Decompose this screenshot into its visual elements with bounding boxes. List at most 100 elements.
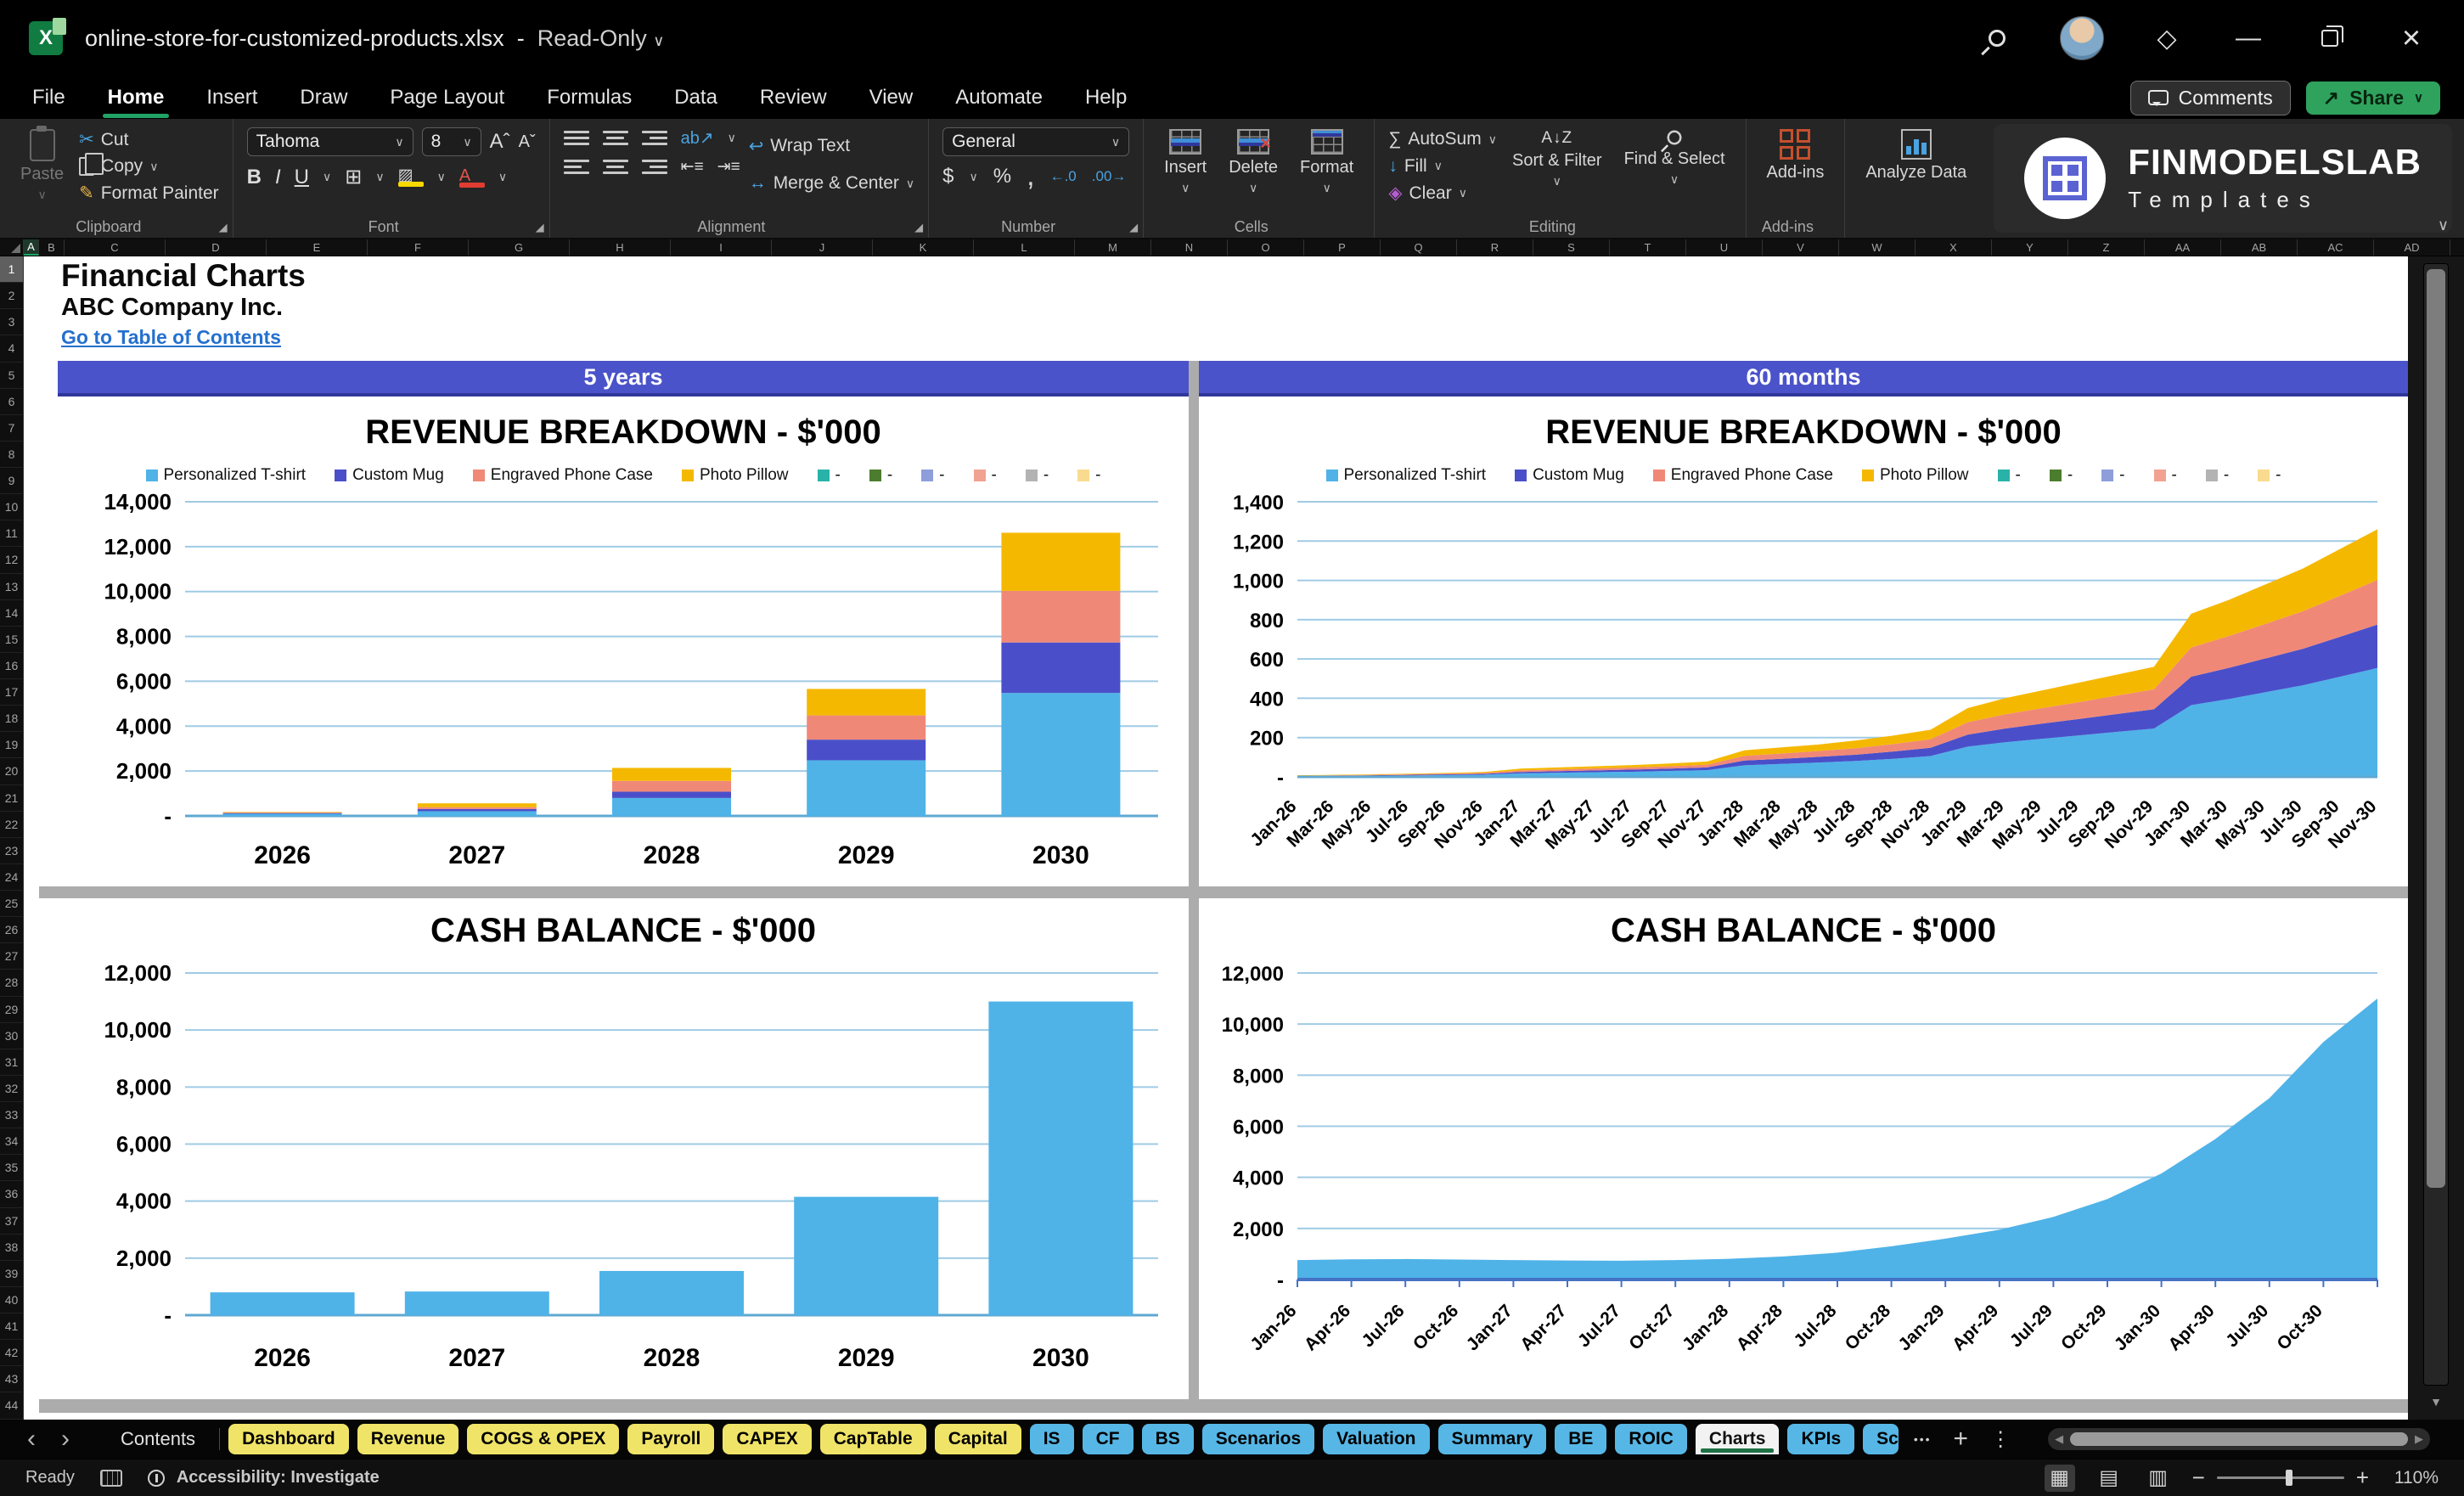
row-header-27[interactable]: 27 — [0, 943, 24, 970]
row-header-5[interactable]: 5 — [0, 362, 24, 389]
fill-color-button[interactable]: ▨ — [397, 167, 424, 187]
zoom-slider[interactable]: − + — [2192, 1465, 2369, 1491]
wrap-text-button[interactable]: ↩ Wrap Text — [749, 134, 914, 159]
chart-cash-60m[interactable]: CASH BALANCE - $'000 - 2,000 4,000 6,000 8,0… — [1199, 898, 2408, 1399]
row-header-37[interactable]: 37 — [0, 1207, 24, 1234]
comma-style-button[interactable]: , — [1027, 162, 1034, 190]
top-align-button[interactable] — [563, 131, 589, 145]
font-dialog-launcher[interactable]: ◢ — [536, 221, 544, 234]
sheet-tab-revenue[interactable]: Revenue — [357, 1424, 459, 1454]
row-header-30[interactable]: 30 — [0, 1022, 24, 1049]
row-header-8[interactable]: 8 — [0, 441, 24, 468]
account-avatar[interactable] — [2060, 16, 2104, 60]
scroll-right-icon[interactable]: ▶ — [2415, 1432, 2423, 1446]
read-only-chevron-icon[interactable]: ∨ — [653, 32, 664, 49]
column-header-T[interactable]: T — [1610, 239, 1686, 256]
column-header-V[interactable]: V — [1763, 239, 1839, 256]
number-format-select[interactable]: General ∨ — [942, 127, 1130, 156]
italic-button[interactable]: I — [275, 166, 281, 189]
column-header-A[interactable]: A — [24, 239, 39, 256]
decrease-decimal-button[interactable]: .00→ — [1092, 168, 1127, 185]
font-color-button[interactable]: A — [458, 167, 485, 188]
paste-button[interactable]: Paste ∨ — [14, 126, 70, 203]
row-header-24[interactable]: 24 — [0, 863, 24, 891]
page-break-view-icon[interactable]: ▥ — [2143, 1465, 2174, 1492]
row-header-38[interactable]: 38 — [0, 1234, 24, 1261]
decrease-indent-button[interactable]: ⇤≡ — [681, 157, 704, 177]
addins-button[interactable]: Add-ins — [1760, 127, 1831, 184]
row-header-13[interactable]: 13 — [0, 573, 24, 600]
accessibility-icon[interactable] — [147, 1469, 165, 1487]
premium-diamond-icon[interactable]: ◇ — [2148, 20, 2186, 57]
autosum-button[interactable]: ∑ AutoSum ∨ — [1388, 127, 1497, 151]
clipboard-dialog-launcher[interactable]: ◢ — [219, 221, 228, 234]
underline-button[interactable]: U — [295, 166, 309, 189]
row-header-4[interactable]: 4 — [0, 335, 24, 363]
row-header-25[interactable]: 25 — [0, 891, 24, 918]
tab-options-kebab-icon[interactable]: ⋮ — [1983, 1427, 2017, 1452]
column-header-D[interactable]: D — [166, 239, 267, 256]
font-name-select[interactable]: Tahoma ∨ — [246, 127, 413, 156]
cut-button[interactable]: ✂ Cut — [79, 127, 219, 152]
prev-sheet-icon[interactable]: ‹ — [19, 1426, 44, 1452]
row-header-40[interactable]: 40 — [0, 1286, 24, 1313]
zoom-in-button[interactable]: + — [2356, 1465, 2369, 1491]
copy-button[interactable]: Copy ∨ — [79, 153, 219, 178]
row-header-42[interactable]: 42 — [0, 1340, 24, 1367]
row-header-3[interactable]: 3 — [0, 309, 24, 336]
sheet-tab-valuation[interactable]: Valuation — [1323, 1424, 1430, 1454]
column-header-J[interactable]: J — [772, 239, 873, 256]
row-header-28[interactable]: 28 — [0, 970, 24, 997]
font-size-select[interactable]: 8 ∨ — [421, 127, 481, 156]
clear-button[interactable]: ◈ Clear ∨ — [1388, 181, 1497, 205]
increase-decimal-button[interactable]: ←.0 — [1050, 168, 1077, 185]
row-header-12[interactable]: 12 — [0, 547, 24, 574]
scroll-left-icon[interactable]: ◀ — [2055, 1432, 2063, 1446]
menu-automate[interactable]: Automate — [954, 82, 1044, 113]
minimize-button[interactable]: — — [2230, 20, 2267, 57]
column-header-L[interactable]: L — [974, 239, 1075, 256]
sheet-tab-summary[interactable]: Summary — [1437, 1424, 1547, 1454]
column-header-B[interactable]: B — [39, 239, 65, 256]
column-header-G[interactable]: G — [469, 239, 570, 256]
menu-file[interactable]: File — [31, 82, 67, 113]
accessibility-status[interactable]: Accessibility: Investigate — [177, 1468, 380, 1488]
format-cells-button[interactable]: Format ∨ — [1293, 127, 1360, 196]
row-header-7[interactable]: 7 — [0, 414, 24, 441]
column-header-U[interactable]: U — [1686, 239, 1763, 256]
menu-review[interactable]: Review — [758, 82, 829, 113]
column-header-O[interactable]: O — [1228, 239, 1304, 256]
borders-button[interactable]: ⊞ — [345, 165, 362, 189]
share-button[interactable]: ↗ Share ∨ — [2305, 81, 2440, 115]
sheet-tab-payroll[interactable]: Payroll — [627, 1424, 715, 1454]
column-header-M[interactable]: M — [1075, 239, 1151, 256]
row-header-26[interactable]: 26 — [0, 917, 24, 944]
column-header-AA[interactable]: AA — [2145, 239, 2221, 256]
tab-contents[interactable]: Contents — [121, 1428, 195, 1450]
row-header-32[interactable]: 32 — [0, 1075, 24, 1102]
table-of-contents-link[interactable]: Go to Table of Contents — [61, 326, 281, 349]
column-header-H[interactable]: H — [570, 239, 671, 256]
column-header-Y[interactable]: Y — [1992, 239, 2068, 256]
menu-page-layout[interactable]: Page Layout — [388, 82, 506, 113]
column-header-Q[interactable]: Q — [1381, 239, 1457, 256]
display-settings-icon[interactable] — [99, 1469, 122, 1487]
alignment-dialog-launcher[interactable]: ◢ — [914, 221, 923, 234]
row-header-41[interactable]: 41 — [0, 1313, 24, 1341]
row-header-31[interactable]: 31 — [0, 1049, 24, 1076]
column-header-E[interactable]: E — [267, 239, 368, 256]
row-header-18[interactable]: 18 — [0, 706, 24, 733]
row-header-2[interactable]: 2 — [0, 283, 24, 310]
menu-view[interactable]: View — [868, 82, 915, 113]
delete-cells-button[interactable]: × Delete ∨ — [1222, 127, 1285, 196]
zoom-out-button[interactable]: − — [2192, 1465, 2205, 1491]
comments-button[interactable]: Comments — [2129, 80, 2291, 115]
chart-revenue-60m[interactable]: REVENUE BREAKDOWN - $'000 Personalized T… — [1199, 400, 2408, 886]
merge-center-button[interactable]: ↔ Merge & Center ∨ — [749, 172, 914, 195]
menu-insert[interactable]: Insert — [205, 82, 259, 113]
chart-cash-5y[interactable]: CASH BALANCE - $'000 - 2,000 4,000 6,000 8,0… — [58, 898, 1189, 1399]
sheet-tab-roic[interactable]: ROIC — [1615, 1424, 1687, 1454]
collapse-ribbon-chevron-icon[interactable]: ∨ — [2438, 217, 2449, 234]
chart-revenue-5y[interactable]: REVENUE BREAKDOWN - $'000 Personalized T… — [58, 400, 1189, 886]
row-header-17[interactable]: 17 — [0, 679, 24, 706]
